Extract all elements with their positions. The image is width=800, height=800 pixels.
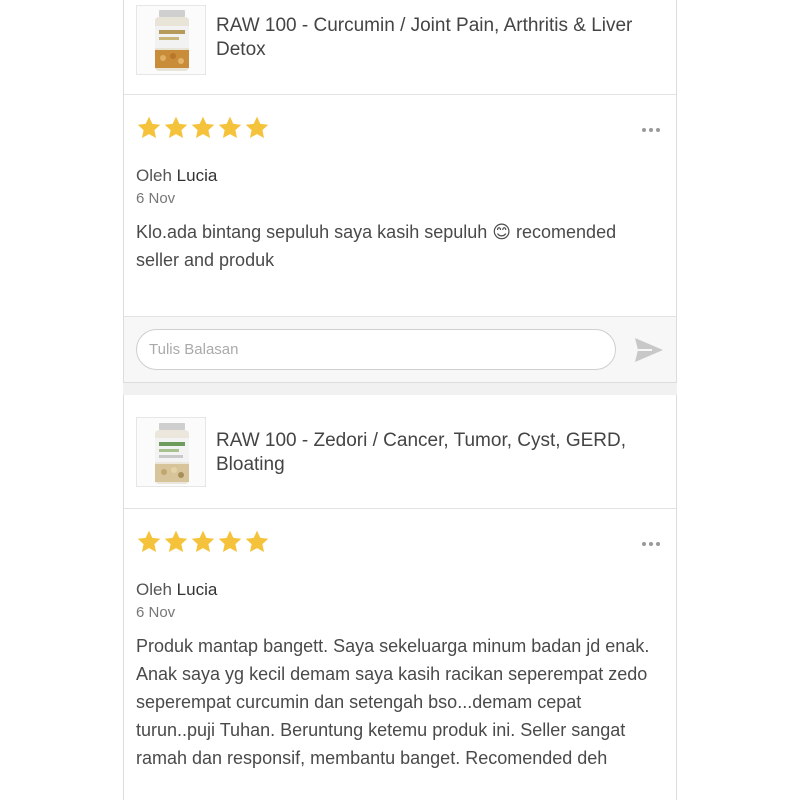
review-author-line: Oleh Lucia <box>136 166 217 186</box>
review-author[interactable]: Lucia <box>177 166 218 185</box>
star-icon <box>164 116 188 138</box>
star-icon <box>245 530 269 552</box>
product-name[interactable]: RAW 100 - Curcumin / Joint Pain, Arthrit… <box>216 14 656 62</box>
review-card: RAW 100 - Zedori / Cancer, Tumor, Cyst, … <box>123 395 677 800</box>
star-icon <box>164 530 188 552</box>
product-thumbnail[interactable] <box>136 5 206 75</box>
rating-stars <box>136 115 270 145</box>
reply-row <box>124 317 676 383</box>
review-date: 6 Nov <box>136 604 176 621</box>
by-prefix: Oleh <box>136 580 172 599</box>
review-list: RAW 100 - Curcumin / Joint Pain, Arthrit… <box>123 0 677 800</box>
star-icon <box>245 116 269 138</box>
by-prefix: Oleh <box>136 166 172 185</box>
send-icon[interactable] <box>634 336 664 364</box>
rating-stars <box>136 529 270 559</box>
review-text: Produk mantap bangett. Saya sekeluarga m… <box>136 636 650 768</box>
star-icon <box>218 116 242 138</box>
star-icon <box>218 530 242 552</box>
review-body: Oleh Lucia 6 Nov Klo.ada bintang sepuluh… <box>124 95 676 317</box>
review-body: Oleh Lucia 6 Nov Produk mantap bangett. … <box>124 509 676 800</box>
review-card: RAW 100 - Curcumin / Joint Pain, Arthrit… <box>123 0 677 383</box>
product-name[interactable]: RAW 100 - Zedori / Cancer, Tumor, Cyst, … <box>216 429 656 477</box>
product-thumbnail[interactable] <box>136 417 206 487</box>
more-options-icon[interactable] <box>642 541 660 547</box>
star-icon <box>137 116 161 138</box>
review-author-line: Oleh Lucia <box>136 580 217 600</box>
star-icon <box>191 530 215 552</box>
product-row[interactable]: RAW 100 - Zedori / Cancer, Tumor, Cyst, … <box>124 395 676 509</box>
reply-input[interactable] <box>136 329 616 370</box>
product-row[interactable]: RAW 100 - Curcumin / Joint Pain, Arthrit… <box>124 0 676 95</box>
review-text: Klo.ada bintang sepuluh saya kasih sepul… <box>136 222 617 270</box>
more-options-icon[interactable] <box>642 127 660 133</box>
star-icon <box>191 116 215 138</box>
star-icon <box>137 530 161 552</box>
review-author[interactable]: Lucia <box>177 580 218 599</box>
review-date: 6 Nov <box>136 190 176 207</box>
